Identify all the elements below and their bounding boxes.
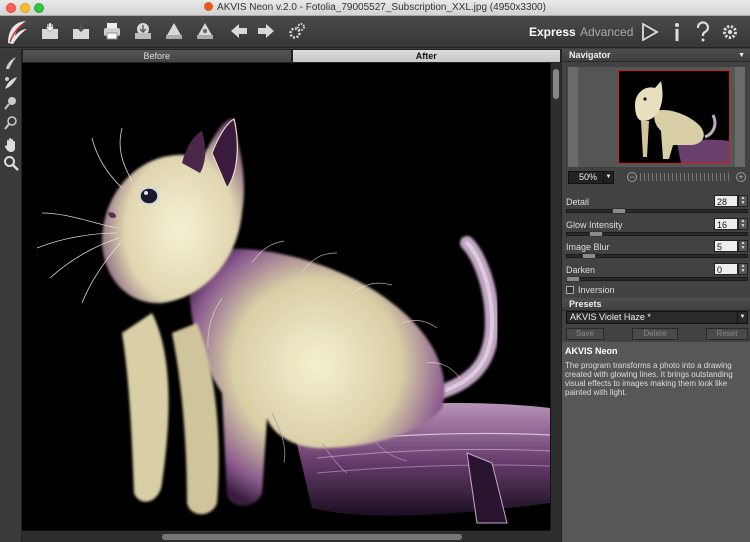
run-play-icon[interactable] xyxy=(640,21,660,43)
darken-input[interactable]: 0 xyxy=(714,263,738,275)
chevron-down-icon: ▼ xyxy=(737,312,747,323)
vertical-scroll-thumb[interactable] xyxy=(553,69,559,99)
detail-stepper[interactable]: ▲ ▼ xyxy=(738,195,748,207)
eraser-tool-icon[interactable] xyxy=(3,115,19,131)
delete-preset-button[interactable]: Delete xyxy=(632,328,678,340)
print-icon[interactable] xyxy=(102,21,122,41)
darken-slider[interactable] xyxy=(566,277,748,281)
window-title-text: AKVIS Neon v.2.0 - Fotolia_79005527_Subs… xyxy=(217,2,546,13)
canvas-vertical-scrollbar[interactable] xyxy=(550,63,561,530)
inversion-checkbox[interactable]: Inversion xyxy=(566,285,615,295)
about-panel: AKVIS Neon The program transforms a phot… xyxy=(562,342,750,542)
image-blur-stepper[interactable]: ▲ ▼ xyxy=(738,240,748,252)
zoom-level-value: 50% xyxy=(579,172,598,182)
preset-selected-value: AKVIS Violet Haze * xyxy=(570,312,651,322)
image-blur-label: Image Blur xyxy=(566,242,610,252)
info-icon[interactable] xyxy=(667,21,687,43)
zoom-slider[interactable] xyxy=(640,173,732,181)
brush-tool-icon[interactable] xyxy=(3,55,19,71)
express-mode-button[interactable]: Express xyxy=(529,25,576,39)
toolbar: Express Advanced xyxy=(0,16,750,48)
navigator-right-strip xyxy=(735,67,745,167)
darken-slider-knob[interactable] xyxy=(566,276,580,282)
batch-gears-icon[interactable] xyxy=(287,21,307,41)
darken-label: Darken xyxy=(566,265,596,275)
settings-panel: Navigator ▼ 50% ▼ − + Detail 28 ▲ ▼ Glow… xyxy=(561,49,750,542)
glow-intensity-param: Glow Intensity 16 ▲ ▼ xyxy=(562,218,750,240)
open-image-icon[interactable] xyxy=(40,21,60,41)
navigator-header[interactable]: Navigator ▼ xyxy=(562,49,750,62)
window-title: AKVIS Neon v.2.0 - Fotolia_79005527_Subs… xyxy=(0,1,750,15)
detail-label: Detail xyxy=(566,197,590,207)
advanced-mode-button[interactable]: Advanced xyxy=(580,25,633,39)
zoom-level-select[interactable]: 50% ▼ xyxy=(568,171,614,184)
glow-intensity-label: Glow Intensity xyxy=(566,220,623,230)
chevron-down-icon: ▼ xyxy=(738,52,745,59)
chevron-down-icon: ▼ xyxy=(603,172,613,183)
title-bar: AKVIS Neon v.2.0 - Fotolia_79005527_Subs… xyxy=(0,0,750,16)
settings-gear-icon[interactable] xyxy=(720,21,740,43)
image-canvas[interactable] xyxy=(22,63,550,530)
reset-preset-button[interactable]: Reset xyxy=(706,328,748,340)
left-tool-bar xyxy=(0,49,22,542)
save-preset-button[interactable]: Save xyxy=(566,328,604,340)
detail-slider-knob[interactable] xyxy=(612,208,626,214)
navigator-thumbnail xyxy=(635,81,729,163)
redo-arrow-icon[interactable] xyxy=(256,21,276,41)
darken-param: Darken 0 ▲ ▼ xyxy=(562,263,750,285)
canvas-horizontal-scrollbar[interactable] xyxy=(22,530,561,542)
inversion-label: Inversion xyxy=(578,285,615,295)
zoom-out-button[interactable]: − xyxy=(627,172,637,182)
detail-param: Detail 28 ▲ ▼ xyxy=(562,195,750,217)
glow-intensity-input[interactable]: 16 xyxy=(714,218,738,230)
undo-arrow-icon[interactable] xyxy=(229,21,249,41)
about-heading: AKVIS Neon xyxy=(565,346,618,356)
akvis-logo-icon xyxy=(4,18,30,46)
glow-intensity-stepper[interactable]: ▲ ▼ xyxy=(738,218,748,230)
navigator-view-frame[interactable] xyxy=(618,70,730,164)
presets-title: Presets xyxy=(569,299,602,309)
preset-select[interactable]: AKVIS Violet Haze * ▼ xyxy=(566,311,748,324)
image-blur-param: Image Blur 5 ▲ ▼ xyxy=(562,240,750,262)
app-icon xyxy=(204,2,214,11)
navigator-left-strip xyxy=(568,67,578,167)
before-after-tabs: Before After xyxy=(22,49,561,63)
detail-slider[interactable] xyxy=(566,209,748,213)
share-icon[interactable] xyxy=(133,21,153,41)
tab-after[interactable]: After xyxy=(291,49,561,63)
export-presets-icon[interactable] xyxy=(195,21,215,41)
darken-stepper[interactable]: ▲ ▼ xyxy=(738,263,748,275)
hand-tool-icon[interactable] xyxy=(3,137,19,153)
navigator-preview[interactable] xyxy=(568,67,745,167)
smudge-tool-icon[interactable] xyxy=(3,95,19,111)
stroke-tool-icon[interactable] xyxy=(3,75,19,91)
help-question-icon[interactable] xyxy=(693,21,713,43)
image-blur-input[interactable]: 5 xyxy=(714,240,738,252)
import-presets-icon[interactable] xyxy=(164,21,184,41)
zoom-in-button[interactable]: + xyxy=(736,172,746,182)
horizontal-scroll-thumb[interactable] xyxy=(162,534,462,540)
scroll-corner xyxy=(550,530,561,542)
presets-header: Presets xyxy=(562,298,750,311)
tab-before[interactable]: Before xyxy=(22,49,292,63)
glow-intensity-slider-knob[interactable] xyxy=(589,231,603,237)
neon-kitten-image xyxy=(36,118,550,524)
save-image-icon[interactable] xyxy=(71,21,91,41)
detail-input[interactable]: 28 xyxy=(714,195,738,207)
app-window: AKVIS Neon v.2.0 - Fotolia_79005527_Subs… xyxy=(0,0,750,542)
zoom-tool-icon[interactable] xyxy=(3,155,19,171)
inversion-checkbox-box[interactable] xyxy=(566,286,574,294)
navigator-title: Navigator xyxy=(569,50,611,60)
image-blur-slider-knob[interactable] xyxy=(582,253,596,259)
about-text: The program transforms a photo into a dr… xyxy=(565,361,733,397)
